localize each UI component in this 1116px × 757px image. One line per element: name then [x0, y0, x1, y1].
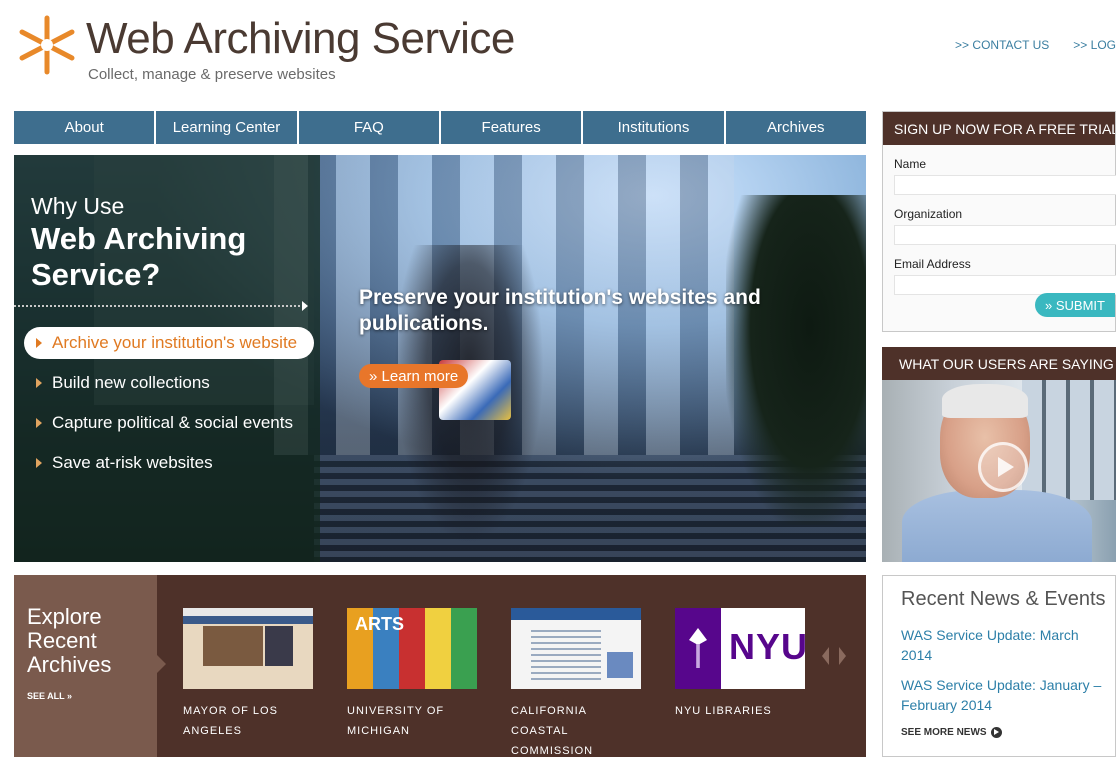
hero-photo-tree	[726, 195, 866, 525]
triangle-right-icon	[36, 418, 42, 428]
login-link[interactable]: >> LOG	[1073, 38, 1116, 52]
archive-caption[interactable]: NYU LIBRARIES	[675, 701, 805, 721]
video-person-shirt	[902, 490, 1092, 562]
why-use-title: Web Archiving Service?	[31, 221, 247, 292]
reason-label: Build new collections	[52, 373, 210, 392]
organization-label: Organization	[894, 207, 963, 221]
chevron-right-icon[interactable]	[839, 647, 846, 665]
top-links: >> CONTACT US >> LOG	[955, 38, 1116, 52]
archive-caption[interactable]: UNIVERSITY OF MICHIGAN	[347, 701, 477, 741]
divider-arrow-icon	[302, 301, 308, 311]
news-title: Recent News & Events	[901, 588, 1106, 610]
thumbnail-header-bar	[511, 608, 641, 620]
reason-capture-events[interactable]: Capture political & social events	[24, 407, 314, 439]
news-panel: Recent News & Events WAS Service Update:…	[882, 575, 1116, 757]
testimonial-video[interactable]	[882, 380, 1116, 562]
nav-archives[interactable]: Archives	[725, 111, 866, 144]
archive-caption[interactable]: MAYOR OF LOS ANGELES	[183, 701, 313, 741]
carousel-arrows	[822, 647, 846, 665]
name-label: Name	[894, 157, 927, 171]
archive-item[interactable]: NYU NYU LIBRARIES	[675, 608, 805, 757]
submit-button[interactable]: » SUBMIT	[1035, 293, 1115, 317]
triangle-right-icon	[36, 338, 42, 348]
archive-thumbnail-coastal[interactable]	[511, 608, 641, 689]
logo-icon[interactable]	[16, 14, 78, 76]
see-all-link[interactable]: SEE ALL »	[27, 691, 72, 701]
arrow-circle-icon	[990, 727, 1002, 738]
explore-sidebar: Explore Recent Archives SEE ALL »	[14, 575, 166, 757]
play-icon[interactable]	[978, 442, 1028, 492]
archive-item[interactable]: CALIFORNIA COASTAL COMMISSION	[511, 608, 641, 757]
archive-thumbnail-nyu[interactable]: NYU	[675, 608, 805, 689]
nav-learning-center[interactable]: Learning Center	[156, 111, 297, 144]
triangle-right-icon	[36, 458, 42, 468]
explore-archives-section: Explore Recent Archives SEE ALL » MAYOR …	[14, 575, 866, 757]
thumbnail-photo	[265, 626, 293, 666]
reason-archive-website[interactable]: Archive your institution's website	[24, 327, 314, 359]
archive-thumbnail-umich[interactable]: ARTS	[347, 608, 477, 689]
reason-save-at-risk[interactable]: Save at-risk websites	[24, 447, 314, 479]
archive-caption[interactable]: CALIFORNIA COASTAL COMMISSION	[511, 701, 641, 757]
contact-us-link[interactable]: >> CONTACT US	[955, 38, 1049, 52]
video-background-window	[1022, 380, 1116, 500]
signup-heading: SIGN UP NOW FOR A FREE TRIAL	[883, 112, 1115, 145]
nav-faq[interactable]: FAQ	[298, 111, 439, 144]
reason-label: Capture political & social events	[52, 413, 293, 432]
organization-field[interactable]	[894, 225, 1116, 245]
see-more-news-link[interactable]: SEE MORE NEWS	[901, 727, 1115, 738]
testimonials-heading: WHAT OUR USERS ARE SAYING	[882, 347, 1116, 380]
thumbnail-arts-text: ARTS	[355, 614, 404, 634]
triangle-right-icon	[36, 378, 42, 388]
learn-more-button[interactable]: » Learn more	[359, 364, 469, 388]
thumbnail-photo	[607, 652, 633, 678]
see-more-label: SEE MORE NEWS	[901, 727, 987, 738]
signup-form: SIGN UP NOW FOR A FREE TRIAL Name Organi…	[882, 111, 1116, 332]
email-field[interactable]	[894, 275, 1116, 295]
chevron-left-icon[interactable]	[822, 647, 829, 665]
reason-label: Archive your institution's website	[52, 333, 298, 352]
video-person-hair	[942, 384, 1028, 418]
archive-thumbnail-mayor-la[interactable]	[183, 608, 313, 689]
archive-item[interactable]: ARTS UNIVERSITY OF MICHIGAN	[347, 608, 477, 757]
reason-label: Save at-risk websites	[52, 453, 213, 472]
nav-features[interactable]: Features	[440, 111, 582, 144]
news-item-jan-feb-2014[interactable]: WAS Service Update: January – February 2…	[901, 675, 1107, 715]
site-title[interactable]: Web Archiving Service	[86, 14, 515, 64]
name-field[interactable]	[894, 175, 1116, 195]
hero-headline: Preserve your institution's websites and…	[359, 286, 761, 335]
why-use-panel: Why Use Web Archiving Service? Archive y…	[14, 155, 320, 562]
news-item-march-2014[interactable]: WAS Service Update: March 2014	[901, 625, 1107, 665]
thumbnail-photo	[203, 626, 263, 666]
page: Web Archiving Service Collect, manage & …	[0, 0, 1116, 757]
explore-title: Explore Recent Archives	[27, 604, 112, 677]
email-label: Email Address	[894, 257, 971, 271]
reason-build-collections[interactable]: Build new collections	[24, 367, 314, 399]
nav-institutions[interactable]: Institutions	[583, 111, 724, 144]
hero-banner: Why Use Web Archiving Service? Archive y…	[14, 155, 866, 562]
archive-thumbnails: MAYOR OF LOS ANGELES ARTS UNIVERSITY OF …	[183, 608, 805, 757]
nyu-logo-text: NYU	[729, 626, 805, 667]
thumbnail-text-lines	[531, 630, 601, 680]
nav-about[interactable]: About	[14, 111, 155, 144]
why-use-label: Why Use	[31, 193, 125, 219]
dotted-divider	[14, 305, 304, 307]
archive-item[interactable]: MAYOR OF LOS ANGELES	[183, 608, 313, 757]
site-tagline: Collect, manage & preserve websites	[88, 66, 336, 83]
reasons-list: Archive your institution's website Build…	[24, 327, 314, 487]
main-nav: About Learning Center FAQ Features Insti…	[14, 111, 866, 144]
